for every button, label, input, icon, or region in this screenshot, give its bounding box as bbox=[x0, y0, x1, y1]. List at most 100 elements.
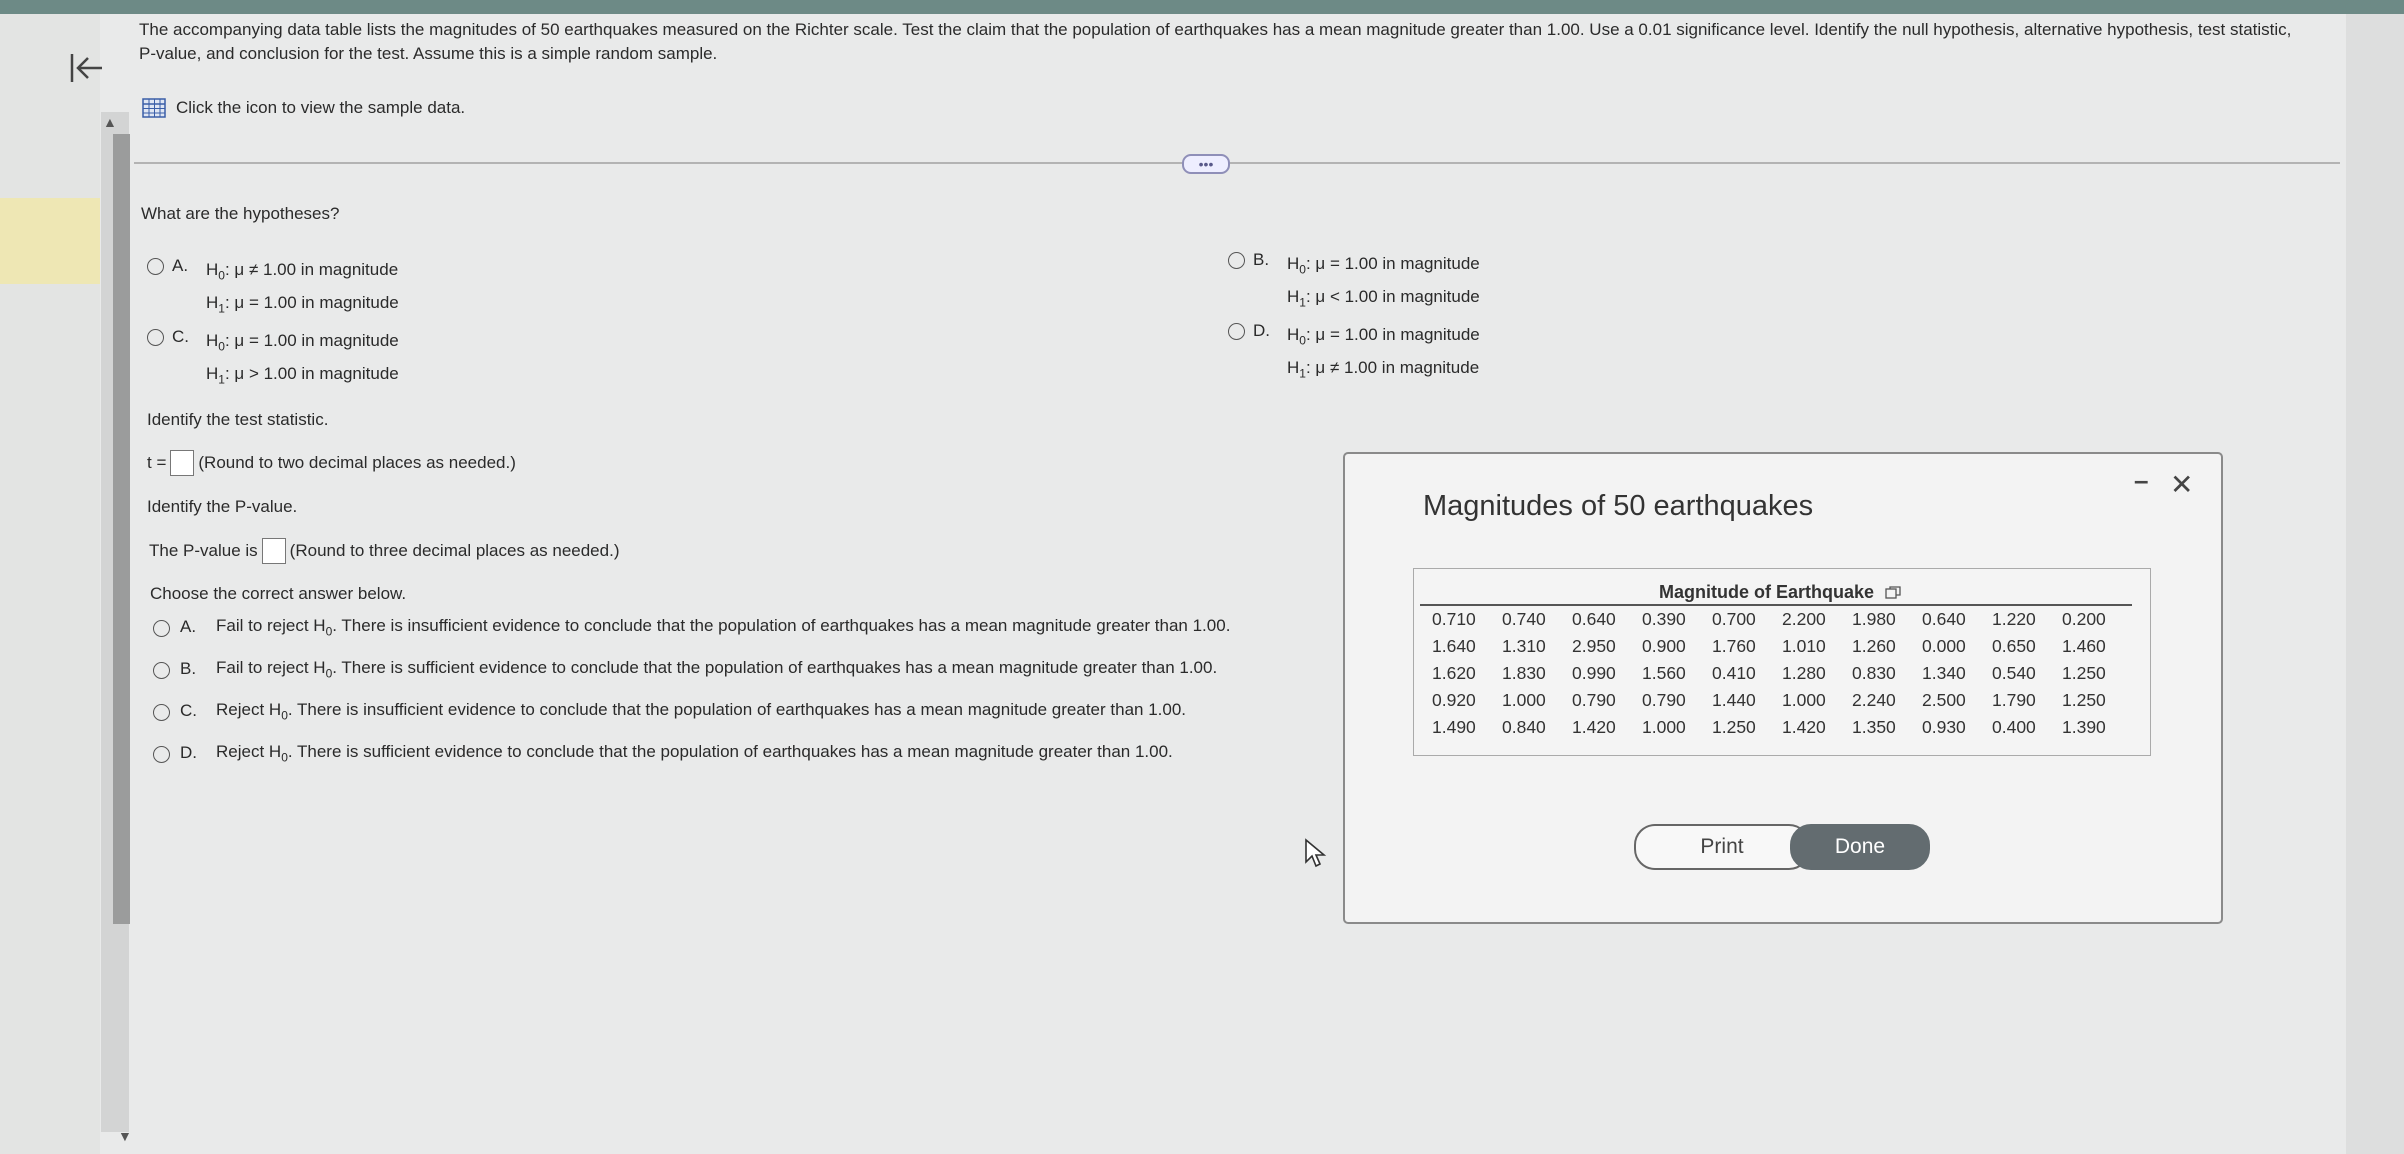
table-cell: 0.000 bbox=[1922, 636, 1966, 656]
table-cell: 1.390 bbox=[2062, 717, 2106, 737]
conclusion-option-b[interactable]: B. Fail to reject H0. There is sufficien… bbox=[153, 658, 1217, 680]
test-statistic-input[interactable] bbox=[170, 450, 195, 476]
right-edge bbox=[2346, 14, 2404, 1154]
expand-ellipsis-button[interactable]: ••• bbox=[1182, 154, 1230, 174]
scroll-up-arrow-icon[interactable]: ▲ bbox=[103, 114, 117, 130]
top-band bbox=[0, 0, 2404, 14]
conclusion-radio-d[interactable] bbox=[153, 745, 170, 763]
radio-c[interactable] bbox=[147, 329, 164, 346]
table-cell: 1.000 bbox=[1642, 717, 1686, 737]
table-cell: 0.740 bbox=[1502, 609, 1546, 629]
table-cell: 0.540 bbox=[1992, 663, 2036, 683]
table-row: 1.640 1.310 2.950 0.900 1.760 1.010 1.260 0.000… bbox=[1432, 633, 2132, 660]
table-cell: 1.340 bbox=[1922, 663, 1966, 683]
radio-d[interactable] bbox=[1228, 323, 1245, 340]
p-value-prompt: Identify the P-value. bbox=[147, 497, 298, 516]
scroll-down-arrow-icon[interactable]: ▼ bbox=[118, 1128, 132, 1144]
table-cell: 0.710 bbox=[1432, 609, 1476, 629]
table-cell: 1.490 bbox=[1432, 717, 1476, 737]
question-intro: The accompanying data table lists the ma… bbox=[139, 20, 2292, 63]
table-cell: 2.200 bbox=[1782, 609, 1826, 629]
p-value-input[interactable] bbox=[261, 538, 286, 564]
table-cell: 0.390 bbox=[1642, 609, 1686, 629]
earthquake-data-table: 0.710 0.740 0.640 0.390 0.700 2.200 1.980 0.640… bbox=[1432, 606, 2132, 741]
table-cell: 1.420 bbox=[1782, 717, 1826, 737]
table-cell: 2.240 bbox=[1852, 690, 1896, 710]
conclusion-radio-a[interactable] bbox=[153, 619, 170, 637]
table-cell: 1.000 bbox=[1782, 690, 1826, 710]
radio-a[interactable] bbox=[147, 258, 164, 275]
table-cell: 1.250 bbox=[1712, 717, 1756, 737]
table-cell: 1.980 bbox=[1852, 609, 1896, 629]
sample-link-text: Click the icon to view the sample data. bbox=[176, 98, 466, 117]
print-button[interactable]: Print bbox=[1634, 824, 1810, 870]
table-row: 1.620 1.830 0.990 1.560 0.410 1.280 0.830 1.340… bbox=[1432, 660, 2132, 687]
table-cell: 1.420 bbox=[1572, 717, 1616, 737]
table-cell: 1.830 bbox=[1502, 663, 1546, 683]
table-cell: 0.830 bbox=[1852, 663, 1896, 683]
hypothesis-option-a[interactable]: A. H0: μ ≠ 1.00 in magnitude H1: μ = 1.0… bbox=[147, 256, 399, 323]
table-cell: 2.500 bbox=[1922, 690, 1966, 710]
table-cell: 1.350 bbox=[1852, 717, 1896, 737]
conclusion-option-c[interactable]: C. Reject H0. There is insufficient evid… bbox=[153, 700, 1186, 722]
table-cell: 1.250 bbox=[2062, 663, 2106, 683]
hypothesis-option-c[interactable]: C. H0: μ = 1.00 in magnitude H1: μ > 1.0… bbox=[147, 327, 399, 394]
conclusion-option-d[interactable]: D. Reject H0. There is sufficient eviden… bbox=[153, 742, 1173, 764]
table-cell: 0.790 bbox=[1642, 690, 1686, 710]
close-icon[interactable]: ✕ bbox=[2170, 468, 2193, 501]
conclusion-option-a[interactable]: A. Fail to reject H0. There is insuffici… bbox=[153, 616, 1230, 638]
table-cell: 1.260 bbox=[1852, 636, 1896, 656]
table-cell: 0.200 bbox=[2062, 609, 2106, 629]
conclusion-radio-b[interactable] bbox=[153, 661, 170, 679]
test-statistic-row: t = (Round to two decimal places as need… bbox=[147, 450, 516, 476]
table-cell: 0.640 bbox=[1572, 609, 1616, 629]
conclusion-prompt: Choose the correct answer below. bbox=[150, 584, 407, 603]
table-cell: 0.650 bbox=[1992, 636, 2036, 656]
grid-icon bbox=[142, 98, 166, 118]
table-cell: 1.460 bbox=[2062, 636, 2106, 656]
question-indicator-tab[interactable] bbox=[0, 198, 100, 284]
table-cell: 1.220 bbox=[1992, 609, 2036, 629]
table-cell: 1.790 bbox=[1992, 690, 2036, 710]
view-sample-data-link[interactable]: Click the icon to view the sample data. bbox=[142, 98, 465, 118]
table-cell: 0.410 bbox=[1712, 663, 1756, 683]
hypothesis-option-d[interactable]: D. H0: μ = 1.00 in magnitude H1: μ ≠ 1.0… bbox=[1228, 321, 1480, 388]
dialog-title: Magnitudes of 50 earthquakes bbox=[1423, 490, 1814, 522]
table-cell: 0.790 bbox=[1572, 690, 1616, 710]
table-row: 1.490 0.840 1.420 1.000 1.250 1.420 1.350 0.930… bbox=[1432, 714, 2132, 741]
table-cell: 0.930 bbox=[1922, 717, 1966, 737]
table-cell: 0.920 bbox=[1432, 690, 1476, 710]
table-cell: 0.840 bbox=[1502, 717, 1546, 737]
hypothesis-option-b[interactable]: B. H0: μ = 1.00 in magnitude H1: μ < 1.0… bbox=[1228, 250, 1480, 317]
table-cell: 0.400 bbox=[1992, 717, 2036, 737]
table-cell: 1.280 bbox=[1782, 663, 1826, 683]
table-cell: 1.620 bbox=[1432, 663, 1476, 683]
radio-b[interactable] bbox=[1228, 252, 1245, 269]
left-panel bbox=[0, 14, 100, 1154]
back-arrow-icon[interactable] bbox=[66, 48, 106, 88]
minimize-icon[interactable]: – bbox=[2134, 467, 2154, 493]
table-cell: 1.640 bbox=[1432, 636, 1476, 656]
table-cell: 0.990 bbox=[1572, 663, 1616, 683]
table-cell: 1.010 bbox=[1782, 636, 1826, 656]
done-button[interactable]: Done bbox=[1790, 824, 1930, 870]
table-cell: 0.700 bbox=[1712, 609, 1756, 629]
table-row: 0.710 0.740 0.640 0.390 0.700 2.200 1.980 0.640… bbox=[1432, 606, 2132, 633]
table-row: 0.920 1.000 0.790 0.790 1.440 1.000 2.240 2.500… bbox=[1432, 687, 2132, 714]
table-header: Magnitude of Earthquake bbox=[1420, 582, 2140, 603]
section-divider bbox=[134, 162, 2340, 164]
table-cell: 1.000 bbox=[1502, 690, 1546, 710]
table-cell: 0.640 bbox=[1922, 609, 1966, 629]
test-statistic-prompt: Identify the test statistic. bbox=[147, 410, 329, 429]
scrollbar-thumb[interactable] bbox=[113, 134, 130, 924]
table-cell: 1.310 bbox=[1502, 636, 1546, 656]
conclusion-radio-c[interactable] bbox=[153, 703, 170, 721]
mouse-cursor-icon bbox=[1305, 838, 1327, 868]
table-cell: 2.950 bbox=[1572, 636, 1616, 656]
copy-icon[interactable] bbox=[1885, 586, 1901, 600]
table-cell: 1.250 bbox=[2062, 690, 2106, 710]
table-cell: 0.900 bbox=[1642, 636, 1686, 656]
p-value-row: The P-value is (Round to three decimal p… bbox=[149, 538, 619, 564]
table-cell: 1.760 bbox=[1712, 636, 1756, 656]
hypotheses-prompt: What are the hypotheses? bbox=[141, 204, 340, 223]
